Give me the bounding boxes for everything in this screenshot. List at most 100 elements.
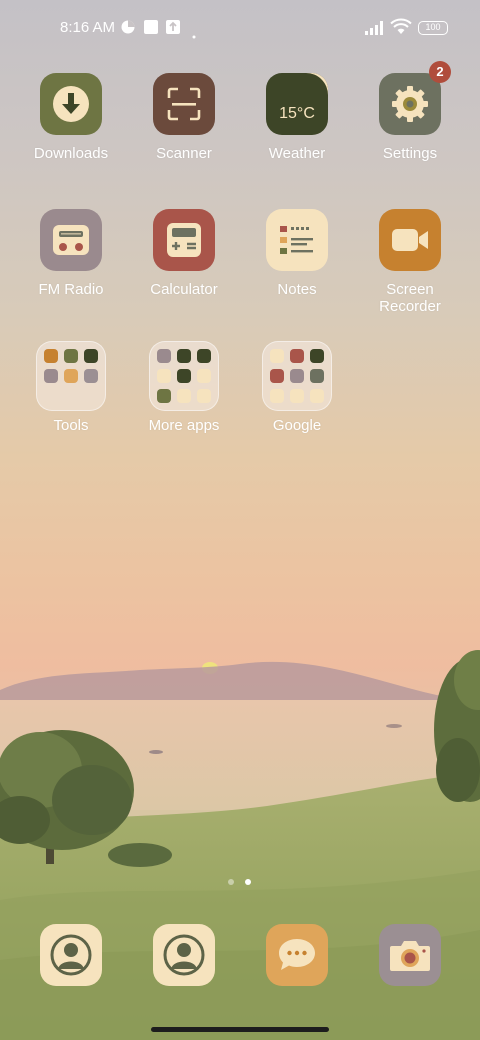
weather-icon (280, 73, 328, 115)
folder-app-icon (44, 369, 58, 383)
folder-app-icon (84, 369, 98, 383)
folder-google[interactable]: Google (242, 341, 352, 434)
page-dot[interactable] (228, 879, 234, 885)
folder-app-icon (177, 389, 191, 403)
radio-icon (53, 225, 89, 255)
person-icon (50, 934, 92, 976)
video-camera-icon (392, 229, 428, 251)
app-tile[interactable] (40, 209, 102, 271)
folder-app-icon (64, 369, 78, 383)
app-label: FM Radio (38, 281, 104, 298)
folder-tile[interactable] (36, 341, 106, 411)
folder-app-icon (310, 349, 324, 363)
folder-app-icon (44, 349, 58, 363)
folder-more-apps[interactable]: More apps (129, 341, 239, 434)
home-gesture-bar[interactable] (151, 1027, 329, 1032)
dock-tile[interactable] (40, 924, 102, 986)
dock-contacts-2[interactable] (153, 924, 215, 986)
folder-app-icon (270, 389, 284, 403)
app-label: Calculator (150, 281, 218, 298)
folder-app-icon (290, 369, 304, 383)
folder-app-icon (290, 389, 304, 403)
app-fm-radio[interactable]: FM Radio (16, 209, 126, 298)
notes-icon (280, 226, 313, 254)
app-label: Downloads (33, 145, 109, 162)
notification-app-icon (143, 19, 159, 39)
folder-label: Tools (53, 417, 89, 434)
folder-app-icon (177, 369, 191, 383)
app-calculator[interactable]: Calculator (129, 209, 239, 298)
folder-label: Google (272, 417, 322, 434)
dock-tile[interactable] (266, 924, 328, 986)
gear-icon (392, 86, 428, 122)
folder-app-icon (84, 349, 98, 363)
folder-app-icon (270, 349, 284, 363)
notification-badge: 2 (429, 61, 451, 83)
wifi-icon (390, 18, 412, 40)
app-tile[interactable] (153, 209, 215, 271)
meadow (0, 772, 480, 1040)
folder-app-icon (157, 349, 171, 363)
person-icon (163, 934, 205, 976)
app-label: Weather (268, 145, 326, 162)
folder-app-icon (310, 389, 324, 403)
folder-app-icon (197, 369, 211, 383)
app-label: Notes (277, 281, 317, 298)
app-label: Screen Recorder (379, 281, 441, 315)
download-icon (53, 86, 89, 122)
dock-tile[interactable] (379, 924, 441, 986)
battery-indicator: 100 (418, 21, 448, 35)
app-label: Scanner (156, 145, 212, 162)
folder-app-icon (290, 349, 304, 363)
app-tile[interactable] (266, 209, 328, 271)
scan-icon (167, 87, 201, 121)
app-tile[interactable] (40, 73, 102, 135)
folder-label: More apps (148, 417, 220, 434)
dock-contacts[interactable] (40, 924, 102, 986)
data-saver-icon (120, 19, 136, 39)
dock-tile[interactable] (153, 924, 215, 986)
status-time: 8:16 AM (60, 19, 116, 36)
boat (149, 750, 163, 754)
app-tile[interactable] (379, 209, 441, 271)
more-notifications-dot-icon (192, 26, 196, 43)
lake (0, 700, 480, 810)
boat (386, 724, 402, 728)
folder-app-icon (310, 369, 324, 383)
tree-left (0, 730, 172, 867)
dock-camera[interactable] (379, 924, 441, 986)
app-weather[interactable]: 15°C Weather (242, 73, 352, 162)
sun (202, 662, 218, 674)
app-tile[interactable] (153, 73, 215, 135)
app-settings[interactable]: 2 Settings (355, 61, 465, 162)
app-tile[interactable]: 2 (379, 61, 451, 135)
folder-tools[interactable]: Tools (16, 341, 126, 434)
folder-tile[interactable] (149, 341, 219, 411)
dock-messages[interactable] (266, 924, 328, 986)
folder-app-icon (157, 369, 171, 383)
app-scanner[interactable]: Scanner (129, 73, 239, 162)
folder-app-icon (197, 349, 211, 363)
folder-app-icon (157, 389, 171, 403)
app-screen-recorder[interactable]: Screen Recorder (355, 209, 465, 315)
calculator-icon (167, 223, 201, 257)
folder-app-icon (64, 349, 78, 363)
folder-app-icon (270, 369, 284, 383)
app-tile[interactable]: 15°C (266, 73, 328, 135)
camera-icon (390, 941, 430, 971)
tree-right (434, 650, 480, 802)
app-downloads[interactable]: Downloads (16, 73, 126, 162)
page-dot-active[interactable] (245, 879, 251, 885)
chat-bubble-icon (279, 939, 315, 970)
app-notes[interactable]: Notes (242, 209, 352, 298)
weather-temperature: 15°C (279, 105, 315, 122)
notification-upload-icon (165, 19, 181, 39)
folder-tile[interactable] (262, 341, 332, 411)
signal-icon (364, 20, 386, 40)
folder-app-icon (177, 349, 191, 363)
mountains (0, 661, 450, 702)
folder-app-icon (197, 389, 211, 403)
page-indicator (228, 878, 254, 886)
app-label: Settings (382, 145, 438, 162)
status-bar: 8:16 AM 100 (0, 0, 480, 56)
